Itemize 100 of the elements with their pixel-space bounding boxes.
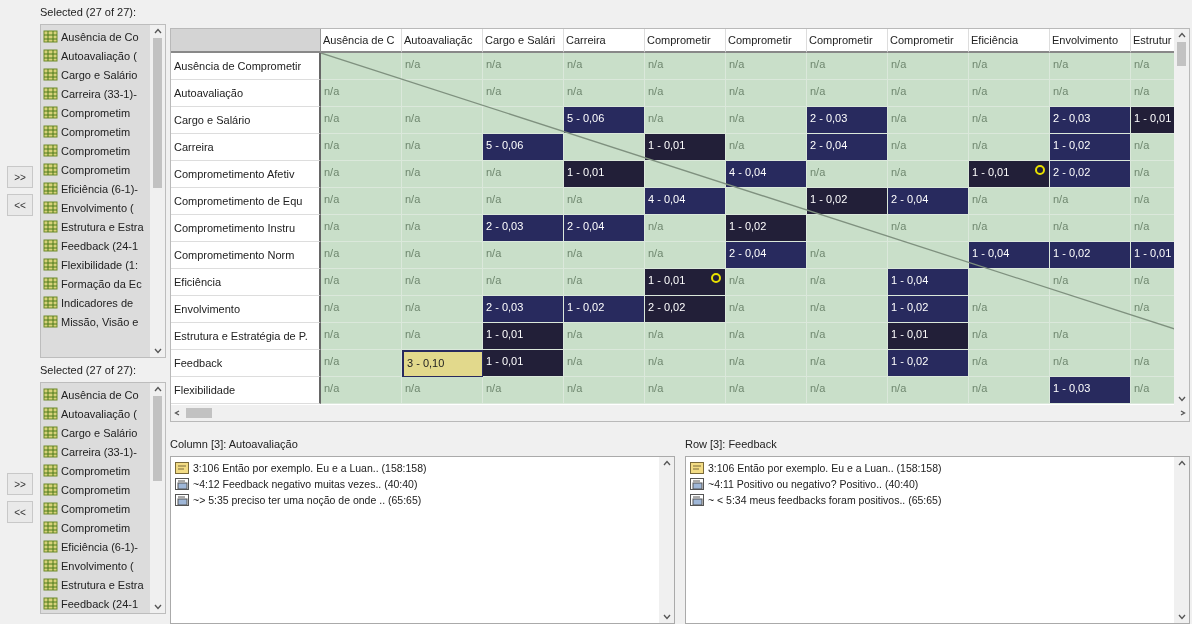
table-cell[interactable]: n/a bbox=[888, 53, 969, 80]
table-cell[interactable]: n/a bbox=[807, 269, 888, 296]
table-cell[interactable]: n/a bbox=[402, 323, 483, 350]
column-header[interactable]: Comprometir bbox=[807, 29, 888, 53]
table-cell[interactable]: n/a bbox=[1131, 350, 1174, 377]
table-cell[interactable]: 3 - 0,10 bbox=[402, 350, 483, 377]
table-cell[interactable]: n/a bbox=[888, 80, 969, 107]
table-cell[interactable]: n/a bbox=[969, 80, 1050, 107]
row-header[interactable]: Envolvimento bbox=[171, 296, 321, 323]
table-cell[interactable]: n/a bbox=[1050, 188, 1131, 215]
list-item[interactable]: Eficiência (6-1)- bbox=[61, 540, 139, 553]
table-cell[interactable]: 1 - 0,04 bbox=[888, 269, 969, 296]
table-cell[interactable]: n/a bbox=[969, 107, 1050, 134]
table-cell[interactable]: n/a bbox=[402, 296, 483, 323]
table-cell[interactable]: n/a bbox=[1050, 269, 1131, 296]
list-item[interactable]: Eficiência (6-1)- bbox=[61, 182, 139, 195]
table-cell[interactable]: n/a bbox=[645, 107, 726, 134]
table-cell[interactable]: n/a bbox=[969, 188, 1050, 215]
table-cell[interactable]: 2 - 0,02 bbox=[1050, 161, 1131, 188]
list-item[interactable]: Comprometim bbox=[61, 483, 131, 496]
row-header[interactable]: Comprometimento de Equ bbox=[171, 188, 321, 215]
table-cell[interactable]: n/a bbox=[1131, 215, 1174, 242]
table-cell[interactable]: n/a bbox=[807, 161, 888, 188]
column-header[interactable]: Eficiência bbox=[969, 29, 1050, 53]
column-header[interactable]: Comprometir bbox=[645, 29, 726, 53]
table-cell[interactable]: 1 - 0,01 bbox=[888, 323, 969, 350]
row-header[interactable]: Comprometimento Afetiv bbox=[171, 161, 321, 188]
table-cell[interactable]: n/a bbox=[645, 377, 726, 404]
table-cell[interactable] bbox=[1050, 296, 1131, 323]
table-cell[interactable]: n/a bbox=[483, 161, 564, 188]
table-cell[interactable]: n/a bbox=[726, 269, 807, 296]
table-cell[interactable]: n/a bbox=[402, 107, 483, 134]
table-cell[interactable]: 1 - 0,01 bbox=[1131, 242, 1174, 269]
column-header[interactable]: Envolvimento bbox=[1050, 29, 1131, 53]
table-cell[interactable]: n/a bbox=[321, 350, 402, 377]
column-header[interactable]: Carreira bbox=[564, 29, 645, 53]
table-cell[interactable]: n/a bbox=[564, 323, 645, 350]
add-button[interactable]: >> bbox=[7, 166, 33, 188]
row-header[interactable]: Carreira bbox=[171, 134, 321, 161]
table-cell[interactable]: 2 - 0,04 bbox=[564, 215, 645, 242]
list-item[interactable]: Cargo e Salário bbox=[61, 426, 138, 439]
table-cell[interactable]: n/a bbox=[321, 242, 402, 269]
list-item[interactable]: Envolvimento ( bbox=[61, 201, 134, 214]
row-header[interactable]: Cargo e Salário bbox=[171, 107, 321, 134]
table-cell[interactable]: 2 - 0,03 bbox=[483, 296, 564, 323]
table-cell[interactable]: n/a bbox=[1131, 134, 1174, 161]
list-item[interactable]: Carreira (33-1)- bbox=[61, 445, 137, 458]
column-header[interactable]: Comprometir bbox=[888, 29, 969, 53]
list-item[interactable]: Carreira (33-1)- bbox=[61, 87, 137, 100]
row-header[interactable]: Ausência de Comprometir bbox=[171, 53, 321, 80]
table-cell[interactable]: n/a bbox=[1131, 80, 1174, 107]
list-item[interactable]: Cargo e Salário bbox=[61, 68, 138, 81]
table-cell[interactable]: 1 - 0,02 bbox=[1050, 242, 1131, 269]
quotation-item[interactable]: ~ < 5:34 meus feedbacks foram positivos.. (65:65) bbox=[708, 494, 942, 506]
quotation-item[interactable]: 3:106 Então por exemplo. Eu e a Luan.. (158:158) bbox=[193, 462, 427, 474]
table-cell[interactable]: 4 - 0,04 bbox=[645, 188, 726, 215]
table-cell[interactable]: n/a bbox=[321, 80, 402, 107]
table-cell[interactable]: n/a bbox=[321, 215, 402, 242]
list-item[interactable]: Ausência de Co bbox=[61, 388, 139, 401]
table-cell[interactable]: n/a bbox=[726, 377, 807, 404]
table-cell[interactable]: n/a bbox=[645, 215, 726, 242]
table-cell[interactable]: n/a bbox=[807, 53, 888, 80]
column-header[interactable]: Comprometir bbox=[726, 29, 807, 53]
table-cell[interactable]: 2 - 0,04 bbox=[726, 242, 807, 269]
quotation-item[interactable]: ~> 5:35 preciso ter uma noção de onde .. (65:65) bbox=[193, 494, 422, 506]
list-item[interactable]: Comprometim bbox=[61, 502, 131, 515]
table-cell[interactable]: 1 - 0,03 bbox=[1050, 377, 1131, 404]
table-cell[interactable]: n/a bbox=[807, 377, 888, 404]
list-item[interactable]: Formação da Ec bbox=[61, 277, 142, 290]
quotation-item[interactable]: 3:106 Então por exemplo. Eu e a Luan.. (158:158) bbox=[708, 462, 942, 474]
table-cell[interactable]: n/a bbox=[321, 161, 402, 188]
table-cell[interactable] bbox=[807, 215, 888, 242]
list-item[interactable]: Comprometim bbox=[61, 163, 131, 176]
table-cell[interactable]: n/a bbox=[1131, 53, 1174, 80]
table-cell[interactable]: 5 - 0,06 bbox=[564, 107, 645, 134]
table-cell[interactable]: 1 - 0,02 bbox=[1050, 134, 1131, 161]
table-cell[interactable] bbox=[726, 188, 807, 215]
table-cell[interactable]: 1 - 0,02 bbox=[888, 296, 969, 323]
table-cell[interactable] bbox=[564, 134, 645, 161]
scrollbar[interactable] bbox=[150, 25, 165, 357]
list-item[interactable]: Ausência de Co bbox=[61, 30, 139, 43]
table-cell[interactable]: 2 - 0,03 bbox=[807, 107, 888, 134]
table-cell[interactable]: n/a bbox=[564, 350, 645, 377]
table-cell[interactable]: n/a bbox=[1131, 188, 1174, 215]
table-cell[interactable]: 2 - 0,03 bbox=[1050, 107, 1131, 134]
table-cell[interactable]: n/a bbox=[1131, 377, 1174, 404]
list-item[interactable]: Indicadores de bbox=[61, 296, 134, 309]
row-header[interactable]: Autoavaliação bbox=[171, 80, 321, 107]
table-cell[interactable] bbox=[483, 107, 564, 134]
table-cell[interactable]: 1 - 0,02 bbox=[807, 188, 888, 215]
table-cell[interactable]: n/a bbox=[321, 296, 402, 323]
scrollbar[interactable] bbox=[1174, 457, 1189, 623]
table-cell[interactable]: n/a bbox=[969, 350, 1050, 377]
table-cell[interactable]: n/a bbox=[726, 350, 807, 377]
row-header[interactable]: Estrutura e Estratégia de P. bbox=[171, 323, 321, 350]
table-cell[interactable]: n/a bbox=[1131, 269, 1174, 296]
table-cell[interactable]: 1 - 0,04 bbox=[969, 242, 1050, 269]
table-cell[interactable]: 1 - 0,01 bbox=[483, 323, 564, 350]
list-item[interactable]: Comprometim bbox=[61, 125, 131, 138]
table-cell[interactable]: n/a bbox=[645, 53, 726, 80]
